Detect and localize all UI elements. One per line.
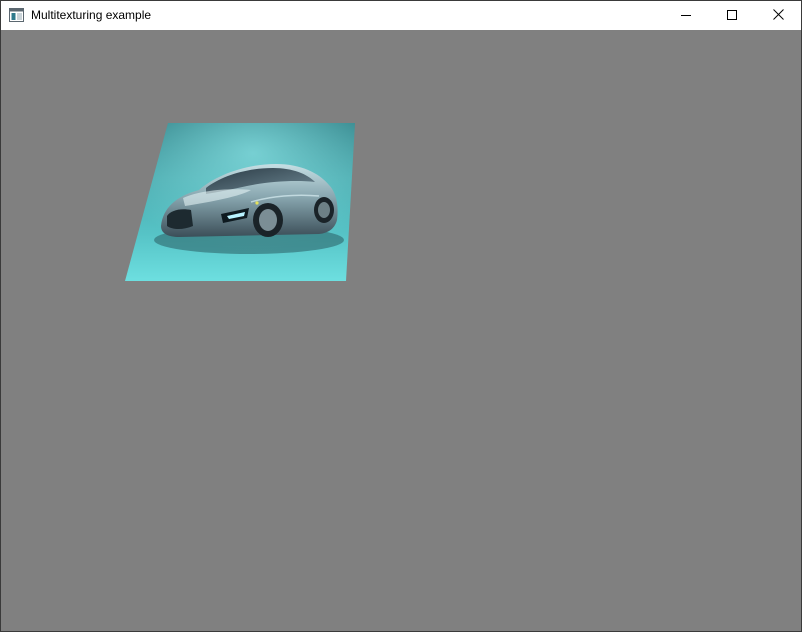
qt-window-icon bbox=[9, 8, 24, 22]
maximize-icon bbox=[727, 7, 737, 25]
app-window: Multitexturing example bbox=[0, 0, 802, 632]
textured-quad-scene bbox=[125, 123, 355, 281]
window-title: Multitexturing example bbox=[31, 8, 152, 22]
title-bar[interactable]: Multitexturing example bbox=[1, 1, 801, 30]
textured-quad bbox=[125, 123, 355, 281]
maximize-button[interactable] bbox=[709, 1, 755, 30]
minimize-icon bbox=[681, 7, 691, 25]
close-button[interactable] bbox=[755, 1, 801, 30]
close-icon bbox=[772, 7, 784, 25]
minimize-button[interactable] bbox=[663, 1, 709, 30]
gl-viewport[interactable] bbox=[1, 30, 801, 631]
